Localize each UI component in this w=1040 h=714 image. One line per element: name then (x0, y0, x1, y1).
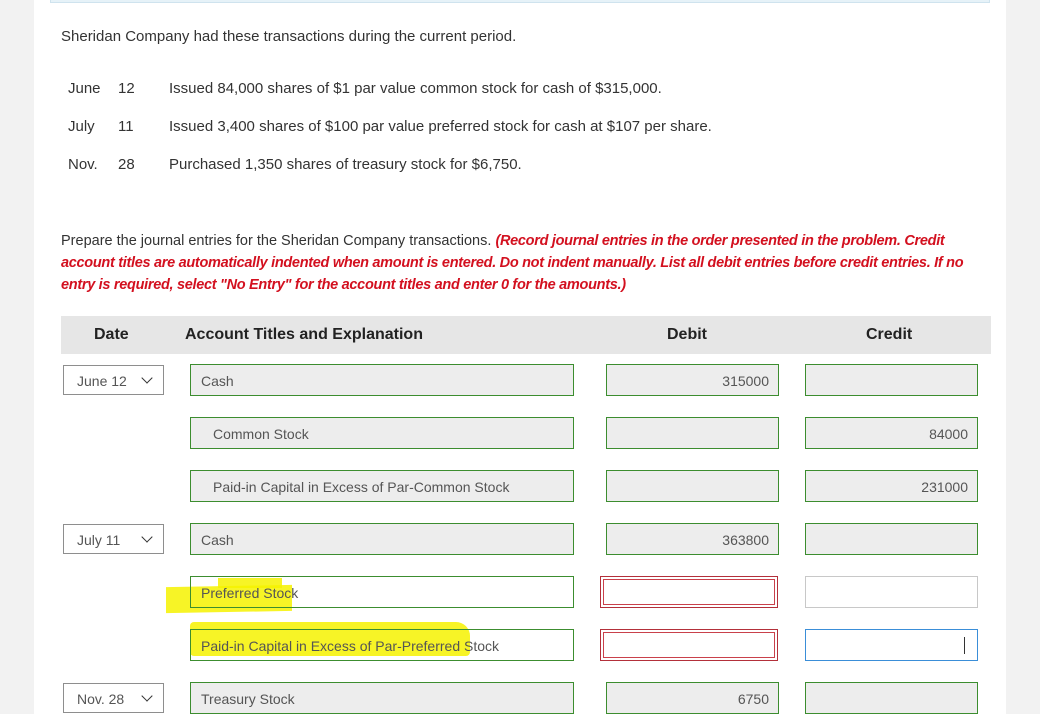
account-title-field[interactable]: Preferred Stock (190, 576, 574, 608)
transaction-description: Purchased 1,350 shares of treasury stock… (169, 156, 522, 173)
transaction-month: June (68, 80, 101, 97)
credit-value: 84000 (929, 426, 968, 442)
date-select[interactable]: June 12 (63, 365, 164, 395)
credit-field[interactable]: 84000 (805, 417, 978, 449)
transaction-description: Issued 84,000 shares of $1 par value com… (169, 80, 662, 97)
transaction-day: 28 (118, 156, 135, 173)
problem-intro: Sheridan Company had these transactions … (61, 28, 517, 45)
transaction-description: Issued 3,400 shares of $100 par value pr… (169, 118, 712, 135)
header-debit: Debit (667, 326, 707, 343)
credit-field[interactable] (805, 523, 978, 555)
chevron-down-icon (141, 690, 153, 702)
credit-field[interactable] (805, 576, 978, 608)
account-title-value: Common Stock (213, 426, 309, 442)
transaction-day: 12 (118, 80, 135, 97)
account-title-value: Treasury Stock (201, 691, 295, 707)
credit-field[interactable] (805, 629, 978, 661)
instructions-text: Prepare the journal entries for the Sher… (61, 233, 492, 249)
account-title-field[interactable]: Common Stock (190, 417, 574, 449)
date-select-value: Nov. 28 (77, 691, 125, 707)
text-cursor (964, 637, 965, 654)
debit-field[interactable] (600, 629, 778, 661)
transaction-day: 11 (118, 118, 134, 135)
credit-value: 231000 (921, 479, 968, 495)
date-select-value: June 12 (77, 373, 127, 389)
account-title-field[interactable]: Cash (190, 523, 574, 555)
date-select[interactable]: Nov. 28 (63, 683, 164, 713)
account-title-value: Cash (201, 532, 234, 548)
debit-field[interactable] (606, 417, 779, 449)
account-title-field[interactable]: Paid-in Capital in Excess of Par-Preferr… (190, 629, 574, 661)
chevron-down-icon (141, 372, 153, 384)
date-select[interactable]: July 11 (63, 524, 164, 554)
account-title-field[interactable]: Cash (190, 364, 574, 396)
debit-field[interactable]: 363800 (606, 523, 779, 555)
transaction-month: July (68, 118, 95, 135)
credit-field[interactable] (805, 682, 978, 714)
top-info-bar (50, 0, 990, 3)
account-title-field[interactable]: Paid-in Capital in Excess of Par-Common … (190, 470, 574, 502)
transaction-month: Nov. (68, 156, 98, 173)
account-title-field[interactable]: Treasury Stock (190, 682, 574, 714)
chevron-down-icon (141, 531, 153, 543)
account-title-value: Paid-in Capital in Excess of Par-Preferr… (201, 638, 500, 654)
date-select-value: July 11 (77, 532, 121, 548)
debit-field[interactable] (600, 576, 778, 608)
header-account: Account Titles and Explanation (185, 326, 423, 343)
account-title-value: Cash (201, 373, 234, 389)
instructions: Prepare the journal entries for the Sher… (61, 230, 991, 296)
debit-field[interactable] (606, 470, 779, 502)
journal-table-header: Date Account Titles and Explanation Debi… (61, 316, 991, 354)
debit-field[interactable]: 315000 (606, 364, 779, 396)
account-title-value: Paid-in Capital in Excess of Par-Common … (213, 479, 510, 495)
account-title-value: Preferred Stock (201, 585, 299, 601)
header-credit: Credit (866, 326, 913, 343)
header-date: Date (94, 326, 129, 343)
debit-field[interactable]: 6750 (606, 682, 779, 714)
debit-value: 315000 (722, 373, 769, 389)
debit-value: 363800 (722, 532, 769, 548)
credit-field[interactable] (805, 364, 978, 396)
debit-value: 6750 (737, 691, 769, 707)
credit-field[interactable]: 231000 (805, 470, 978, 502)
